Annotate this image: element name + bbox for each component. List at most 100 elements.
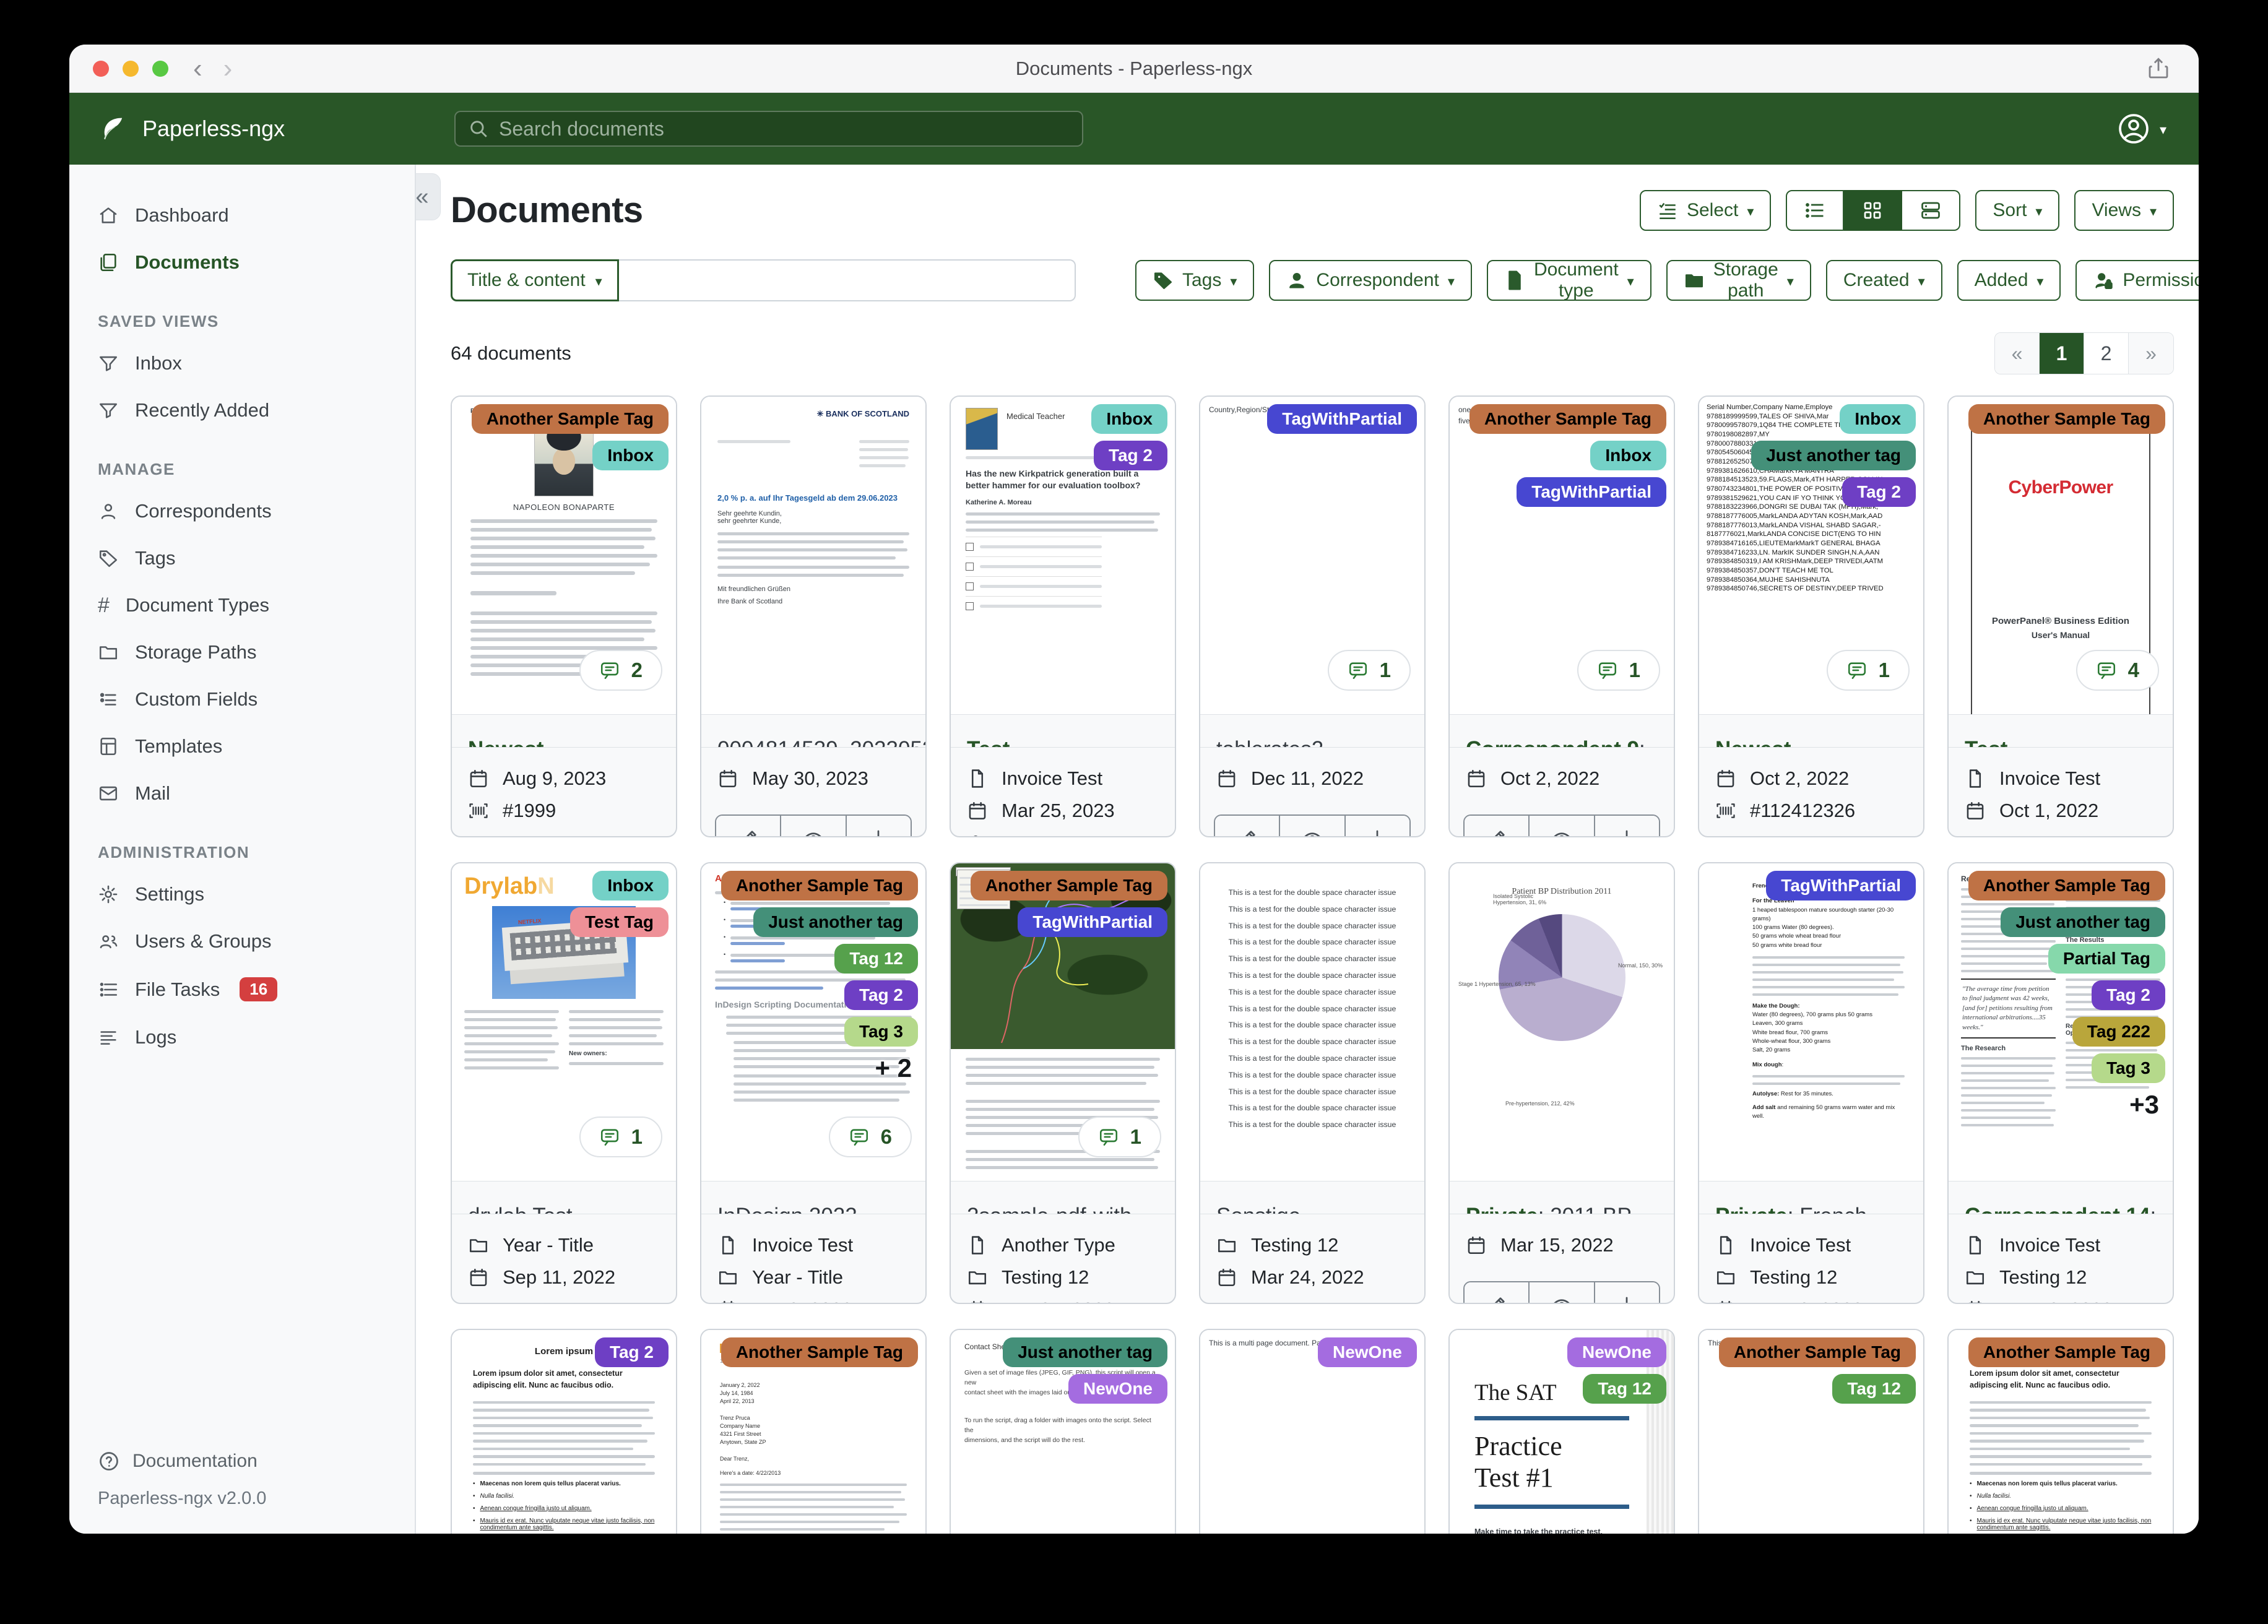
filter-added-button[interactable]: Added ▾: [1957, 260, 2061, 301]
document-preview[interactable]: Serial Number,Company Name,Employe 978818…: [1699, 397, 1923, 715]
document-title[interactable]: Sonstige ScanPC2022 03-24_081058: [1200, 1181, 1424, 1214]
tag-pill[interactable]: Tag 2: [844, 980, 918, 1010]
search-input[interactable]: [499, 117, 1070, 140]
tag-pill[interactable]: NewOne: [1068, 1374, 1167, 1404]
tag-pill[interactable]: NewOne: [1567, 1337, 1666, 1367]
page-2-button[interactable]: 2: [2084, 333, 2129, 374]
view-button[interactable]: [1280, 816, 1346, 836]
sidebar-item-custom-fields[interactable]: Custom Fields: [69, 676, 415, 723]
document-title[interactable]: 2sample-pdf-with-images: [951, 1181, 1175, 1214]
tag-pill[interactable]: Another Sample Tag: [1718, 1337, 1916, 1367]
sidebar-item-correspondents[interactable]: Correspondents: [69, 488, 415, 535]
tag-pill[interactable]: Another Sample Tag: [1968, 871, 2165, 901]
download-button[interactable]: [1595, 1282, 1659, 1303]
document-title[interactable]: tablerates2: [1200, 715, 1424, 747]
document-preview[interactable]: This is a multi page document. Page 1. Ne…: [1200, 1330, 1424, 1534]
tag-pill[interactable]: Another Sample Tag: [970, 871, 1167, 901]
document-preview[interactable]: DrylabN NETFLIX New owners: Inbox Test Tag…: [452, 863, 676, 1181]
download-button[interactable]: [1595, 816, 1659, 836]
tag-pill[interactable]: Just another tag: [753, 907, 918, 937]
document-card[interactable]: This is a testAnother Sample TagTag 12: [1698, 1329, 1924, 1534]
tag-pill[interactable]: Another Sample Tag: [721, 1337, 918, 1367]
document-preview[interactable]: Lorem ipsum Lorem ipsum dolor sit amet, …: [452, 1330, 676, 1534]
document-title[interactable]: Newest Correspondent: Sample100.csv: [1699, 715, 1923, 747]
comment-count-badge[interactable]: 1: [1078, 1116, 1161, 1157]
document-card[interactable]: Country,Region/State,"TagWithPartial1 ta…: [1199, 395, 1426, 837]
document-preview[interactable]: Contact Sheet Demo Given a set of image …: [951, 1330, 1175, 1534]
document-preview[interactable]: The SAT Practice Test #1 Make time to ta…: [1450, 1330, 1674, 1534]
document-preview[interactable]: CyberPower PowerPanel® Business Edition …: [1949, 397, 2173, 715]
document-title[interactable]: 0004814539_20230531: [701, 715, 925, 747]
filter-text-input[interactable]: [618, 259, 1076, 301]
filter-correspondent-button[interactable]: Correspondent ▾: [1269, 260, 1472, 301]
document-title[interactable]: Newest Correspondent: H7_Napoleon_Bonapa…: [452, 715, 676, 747]
tag-pill[interactable]: Another Sample Tag: [1968, 404, 2165, 434]
select-button[interactable]: Select ▾: [1639, 189, 1772, 231]
document-card[interactable]: Lorem ipsum Lorem ipsum dolor sit amet, …: [1947, 1329, 2174, 1534]
tag-pill[interactable]: Tag 3: [2091, 1053, 2165, 1083]
document-preview[interactable]: Test Name 123-45-789 January 2, 2022July…: [701, 1330, 925, 1534]
sort-button[interactable]: Sort ▾: [1975, 189, 2060, 231]
comment-count-badge[interactable]: 6: [828, 1116, 912, 1157]
grid-view-button[interactable]: [1844, 189, 1903, 231]
document-card[interactable]: Ado •••• InDesign Scripting Documentatio…: [700, 862, 927, 1304]
document-preview[interactable]: This is a testAnother Sample TagTag 12: [1699, 1330, 1923, 1534]
page-next-button[interactable]: »: [2129, 333, 2173, 374]
document-card[interactable]: Boundary Waters Trip Another Sample TagT…: [950, 862, 1176, 1304]
tag-pill[interactable]: Inbox: [1091, 404, 1167, 434]
tag-pill[interactable]: Tag 2: [594, 1337, 669, 1367]
tag-pill[interactable]: TagWithPartial: [1517, 477, 1666, 507]
document-card[interactable]: Lorem ipsum Lorem ipsum dolor sit amet, …: [451, 1329, 677, 1534]
filter-tags-button[interactable]: Tags ▾: [1135, 260, 1255, 301]
tag-pill[interactable]: Tag 2: [1842, 477, 1916, 507]
sidebar-item-document-types[interactable]: # Document Types: [69, 582, 415, 629]
document-preview[interactable]: This is a test for the double space char…: [1200, 863, 1424, 1181]
view-button[interactable]: [1530, 1282, 1595, 1303]
document-card[interactable]: Review of "The average time from petitio…: [1947, 862, 2174, 1304]
document-title[interactable]: Correspondent 14: Review-of-New-York-Fed…: [1949, 1181, 2173, 1214]
tag-pill[interactable]: Tag 12: [834, 944, 918, 974]
document-card[interactable]: Test Name 123-45-789 January 2, 2022July…: [700, 1329, 927, 1534]
edit-button[interactable]: [1215, 816, 1281, 836]
sidebar-item-file-tasks[interactable]: File Tasks 16: [69, 965, 415, 1014]
tag-pill[interactable]: TagWithPartial: [1267, 404, 1417, 434]
document-card[interactable]: one,1.0five,5.0Another Sample TagInboxTa…: [1448, 395, 1675, 837]
tag-pill[interactable]: Inbox: [592, 871, 669, 901]
tag-pill[interactable]: Test Tag: [570, 907, 669, 937]
document-card[interactable]: Medical Teacher Has the new Kirkpatrick …: [950, 395, 1176, 837]
sidebar-item-settings[interactable]: Settings: [69, 871, 415, 918]
document-preview[interactable]: Medical Teacher Has the new Kirkpatrick …: [951, 397, 1175, 715]
document-card[interactable]: The SAT Practice Test #1 Make time to ta…: [1448, 1329, 1675, 1534]
tag-pill[interactable]: TagWithPartial: [1766, 871, 1916, 901]
detail-view-button[interactable]: [1902, 189, 1961, 231]
comment-count-badge[interactable]: 4: [2075, 650, 2159, 691]
document-preview[interactable]: Lorem ipsum Lorem ipsum dolor sit amet, …: [1949, 1330, 2173, 1534]
sidebar-item-tags[interactable]: Tags: [69, 535, 415, 582]
page-1-button[interactable]: 1: [2040, 333, 2084, 374]
tag-pill[interactable]: TagWithPartial: [1018, 907, 1167, 937]
document-preview[interactable]: Patient BP Distribution 2011 Normal, 150…: [1450, 863, 1674, 1181]
tag-pill[interactable]: Tag 2: [2091, 980, 2165, 1010]
comment-count-badge[interactable]: 1: [1327, 650, 1411, 691]
documentation-link[interactable]: Documentation: [98, 1440, 415, 1482]
tag-pill[interactable]: Just another tag: [1751, 441, 1916, 470]
tag-pill[interactable]: Just another tag: [1003, 1337, 1167, 1367]
sidebar-item-storage-paths[interactable]: Storage Paths: [69, 629, 415, 676]
comment-count-badge[interactable]: 1: [579, 1116, 662, 1157]
download-button[interactable]: [1345, 816, 1409, 836]
document-preview[interactable]: French Country Bread For the Leaven 1 he…: [1699, 863, 1923, 1181]
comment-count-badge[interactable]: 1: [1826, 650, 1910, 691]
views-button[interactable]: Views ▾: [2074, 189, 2174, 231]
filter-storage-path-button[interactable]: Storage path ▾: [1666, 259, 1811, 301]
document-card[interactable]: Francja pod rz NAPOLEON BONAPARTE Anothe…: [451, 395, 677, 837]
list-view-button[interactable]: [1786, 189, 1845, 231]
document-card[interactable]: Contact Sheet Demo Given a set of image …: [950, 1329, 1176, 1534]
sidebar-item-users-groups[interactable]: Users & Groups: [69, 918, 415, 965]
comment-count-badge[interactable]: 2: [579, 650, 662, 691]
filter-created-button[interactable]: Created ▾: [1825, 260, 1942, 301]
edit-button[interactable]: [716, 816, 782, 836]
sidebar-item-dashboard[interactable]: Dashboard: [69, 192, 415, 239]
tag-pill[interactable]: Tag 12: [1583, 1374, 1666, 1404]
search-bar[interactable]: [454, 111, 1083, 147]
document-preview[interactable]: ✳ BANK OF SCOTLAND 2,0 % p. a. auf Ihr T…: [701, 397, 925, 715]
